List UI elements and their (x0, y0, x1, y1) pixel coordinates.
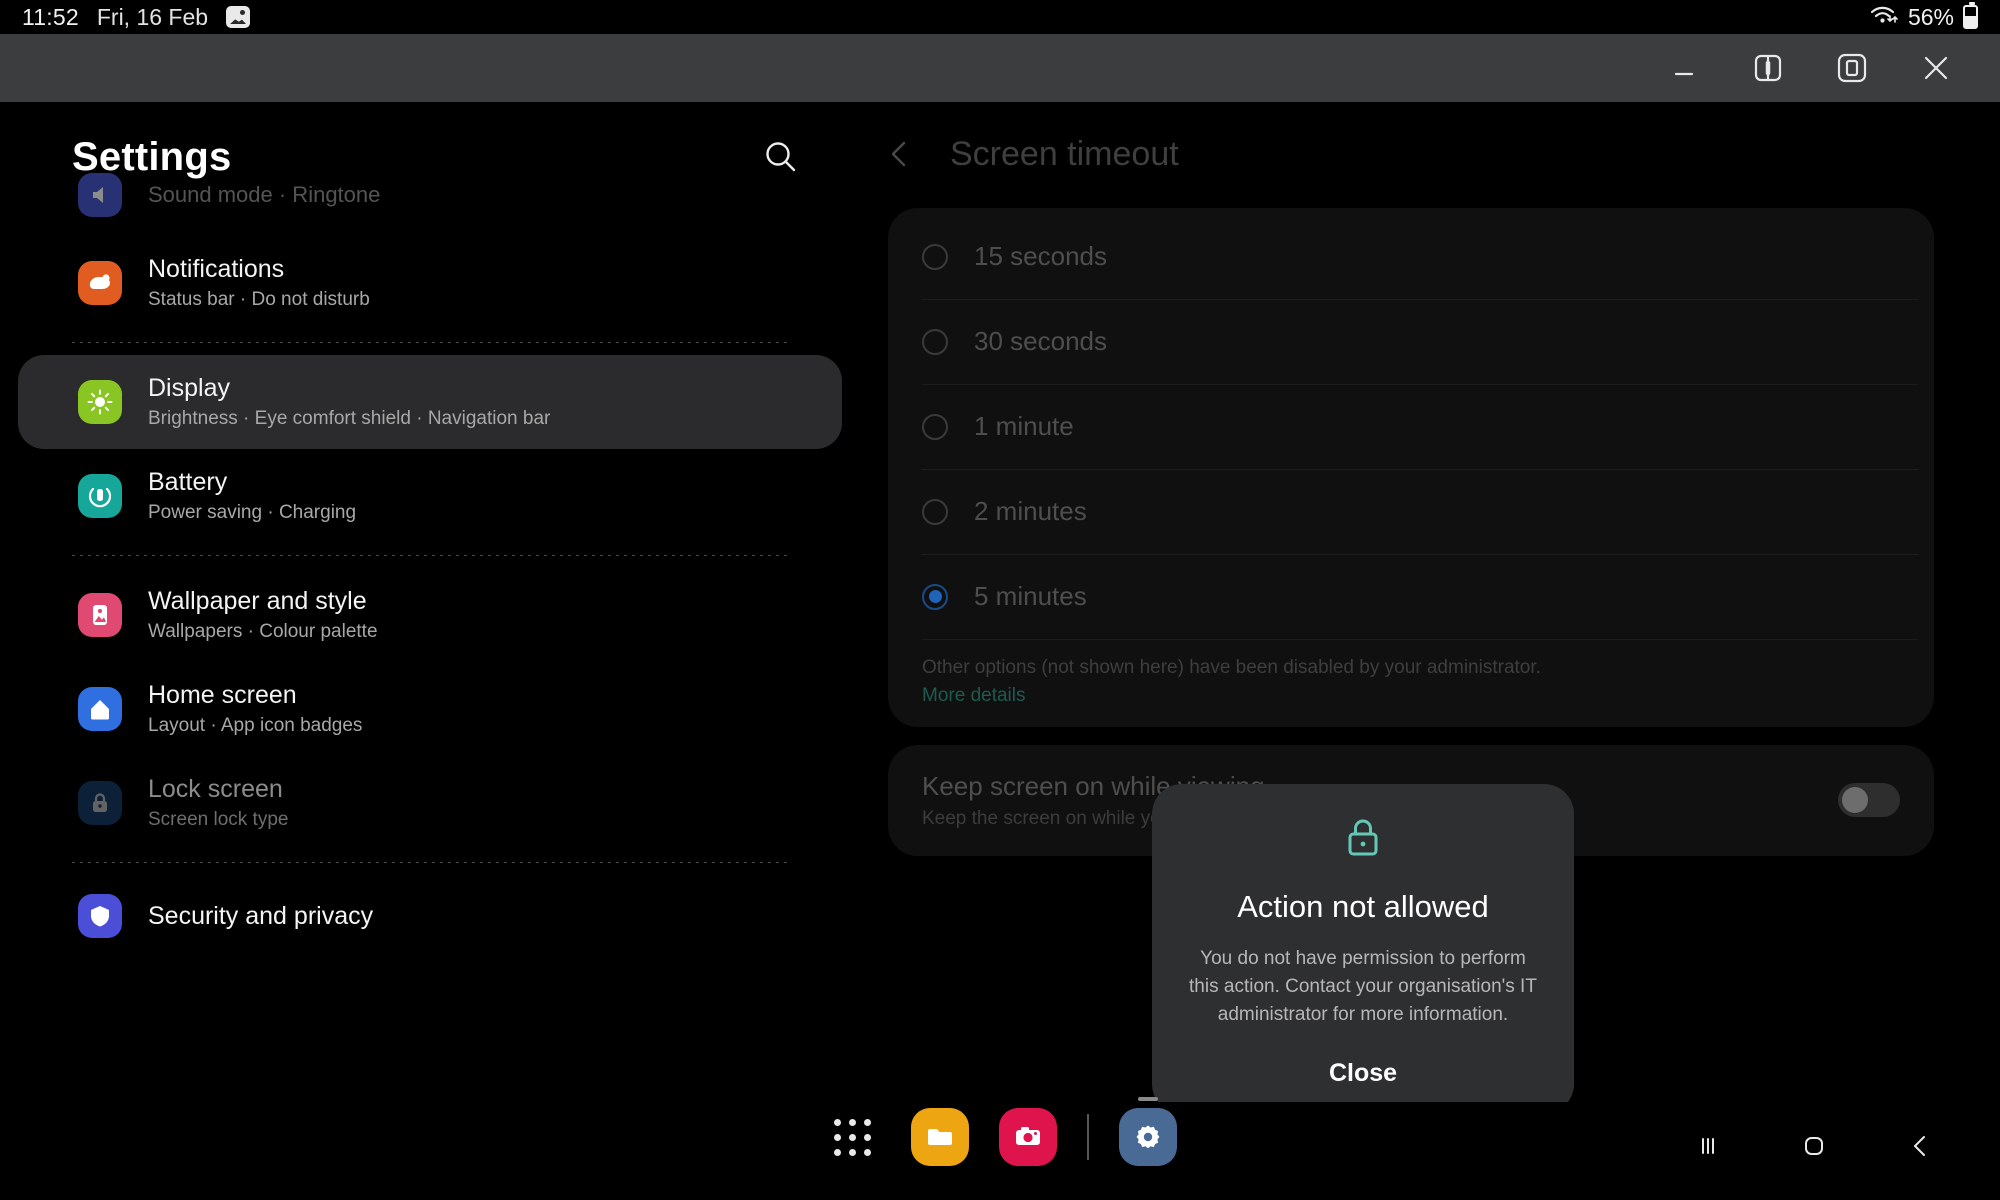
running-indicator (1138, 1097, 1158, 1101)
navigation-bar (1686, 1124, 1942, 1168)
option-label: 15 seconds (974, 241, 1107, 271)
home-screen-icon (78, 687, 122, 731)
timeout-option-row[interactable]: 15 seconds (888, 214, 1934, 299)
taskbar (0, 1097, 2000, 1200)
settings-sidebar: Settings Sound mode · Ringtone Notificat… (0, 102, 860, 1102)
notifications-icon (78, 261, 122, 305)
status-bar: 11:52 Fri, 16 Feb 56% (0, 0, 2000, 34)
close-icon[interactable] (1914, 46, 1958, 90)
display-icon (78, 380, 122, 424)
back-icon[interactable] (1898, 1124, 1942, 1168)
close-button[interactable]: Close (1329, 1059, 1397, 1088)
sidebar-item-sublabel: Layout · App icon badges (148, 715, 363, 736)
sidebar-item-label: Display (148, 374, 230, 402)
image-icon (226, 6, 251, 28)
option-label: 1 minute (974, 411, 1074, 441)
split-screen-icon[interactable] (1746, 46, 1790, 90)
keep-screen-on-toggle[interactable] (1838, 783, 1900, 818)
sidebar-item-display[interactable]: Display Brightness · Eye comfort shield … (18, 355, 842, 449)
wifi-icon (1869, 3, 1899, 32)
sidebar-item-sublabel: Power saving · Charging (148, 502, 357, 523)
sidebar-item-sound[interactable]: Sound mode · Ringtone (18, 154, 842, 236)
timeout-option-row[interactable]: 2 minutes (888, 469, 1934, 554)
security-icon (78, 894, 122, 938)
dialog-body: You do not have permission to perform th… (1189, 948, 1537, 1025)
admin-note: Other options (not shown here) have been… (922, 657, 1541, 678)
screen-root: 11:52 Fri, 16 Feb 56% Settings Sound mod… (0, 0, 2000, 1200)
camera-app[interactable] (999, 1108, 1057, 1166)
radio-button[interactable] (922, 498, 948, 525)
wallpaper-icon (78, 593, 122, 637)
option-label: 2 minutes (974, 496, 1087, 526)
list-divider (72, 862, 788, 863)
detail-header: Screen timeout (860, 102, 2000, 176)
detail-title: Screen timeout (950, 134, 1179, 173)
home-icon[interactable] (1792, 1124, 1836, 1168)
radio-button-selected[interactable] (922, 583, 948, 610)
list-divider (72, 342, 788, 343)
option-label: 5 minutes (974, 581, 1087, 611)
settings-list: Sound mode · Ringtone Notifications Stat… (0, 173, 860, 957)
app-content: Settings Sound mode · Ringtone Notificat… (0, 102, 2000, 1114)
my-files-app[interactable] (911, 1108, 969, 1166)
apps-grid-icon[interactable] (823, 1108, 881, 1166)
sidebar-item-notifications[interactable]: Notifications Status bar · Do not distur… (18, 236, 842, 330)
sidebar-item-label: Home screen (148, 681, 297, 709)
sidebar-item-battery[interactable]: Battery Power saving · Charging (18, 449, 842, 543)
recents-icon[interactable] (1686, 1124, 1730, 1168)
minimize-icon[interactable] (1662, 46, 1706, 90)
sound-icon (78, 173, 122, 217)
list-divider (72, 555, 788, 556)
taskbar-separator (1087, 1114, 1089, 1160)
status-bar-right: 56% (1869, 2, 1978, 32)
sidebar-item-label: Notifications (148, 255, 285, 283)
sidebar-item-label: Sound mode · Ringtone (148, 182, 381, 207)
action-not-allowed-dialog: Action not allowed You do not have permi… (1152, 784, 1574, 1114)
timeout-option-row-selected[interactable]: 5 minutes (888, 554, 1934, 639)
sidebar-item-lock-screen[interactable]: Lock screen Screen lock type (18, 756, 842, 850)
popup-view-icon[interactable] (1830, 46, 1874, 90)
taskbar-apps (823, 1097, 1177, 1166)
sidebar-item-wallpaper[interactable]: Wallpaper and style Wallpapers · Colour … (18, 568, 842, 662)
option-label: 30 seconds (974, 326, 1107, 356)
back-chevron-icon[interactable] (878, 132, 922, 176)
options-footer: Other options (not shown here) have been… (888, 639, 1934, 727)
lock-icon (1342, 816, 1384, 867)
status-bar-left: 11:52 Fri, 16 Feb (22, 3, 251, 31)
battery-settings-icon (78, 474, 122, 518)
timeout-options-card: 15 seconds 30 seconds 1 minute 2 minutes… (888, 208, 1934, 727)
status-date: Fri, 16 Feb (96, 3, 209, 30)
sidebar-item-label: Battery (148, 468, 228, 496)
radio-button[interactable] (922, 413, 948, 440)
radio-button[interactable] (922, 328, 948, 355)
sidebar-item-label: Lock screen (148, 775, 283, 803)
status-time: 11:52 (22, 3, 79, 30)
timeout-option-row[interactable]: 1 minute (888, 384, 1934, 469)
sidebar-item-sublabel: Wallpapers · Colour palette (148, 621, 378, 642)
battery-percent: 56% (1907, 3, 1954, 30)
dialog-title: Action not allowed (1237, 889, 1489, 924)
lock-screen-icon (78, 781, 122, 825)
radio-button[interactable] (922, 243, 948, 270)
window-title-bar (0, 34, 2000, 102)
more-details-link[interactable]: More details (922, 685, 1900, 707)
sidebar-item-home-screen[interactable]: Home screen Layout · App icon badges (18, 662, 842, 756)
sidebar-item-label: Security and privacy (148, 901, 374, 930)
sidebar-item-security[interactable]: Security and privacy (18, 875, 842, 957)
timeout-option-row[interactable]: 30 seconds (888, 299, 1934, 384)
sidebar-item-sublabel: Brightness · Eye comfort shield · Naviga… (148, 408, 551, 429)
settings-app[interactable] (1119, 1097, 1177, 1166)
sidebar-item-sublabel: Status bar · Do not disturb (148, 289, 370, 310)
battery-icon (1963, 2, 1978, 29)
sidebar-item-sublabel: Screen lock type (148, 809, 289, 830)
sidebar-item-label: Wallpaper and style (148, 587, 367, 615)
